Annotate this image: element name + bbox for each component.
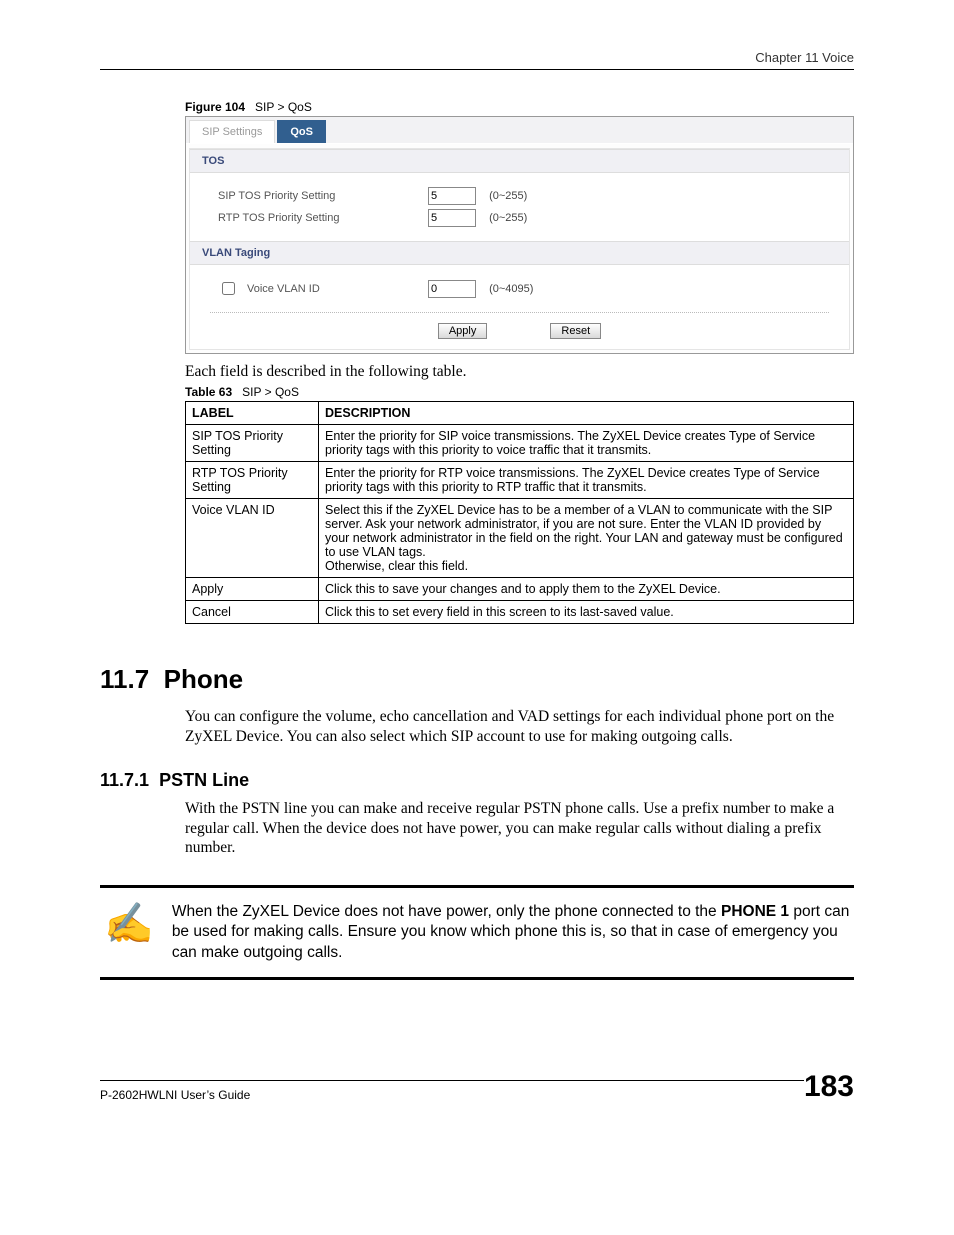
cell-desc: Click this to save your changes and to a… <box>319 578 854 601</box>
vlan-body: Voice VLAN ID (0~4095) <box>190 265 849 312</box>
after-figure-text: Each field is described in the following… <box>185 362 854 381</box>
voice-vlan-row: Voice VLAN ID (0~4095) <box>218 279 833 298</box>
th-label: LABEL <box>186 402 319 425</box>
sip-tos-range: (0~255) <box>489 190 527 202</box>
cell-desc: Enter the priority for RTP voice transmi… <box>319 462 854 499</box>
cell-label: SIP TOS Priority Setting <box>186 425 319 462</box>
table-row: SIP TOS Priority Setting Enter the prior… <box>186 425 854 462</box>
rtp-tos-label: RTP TOS Priority Setting <box>218 212 428 224</box>
note-bold: PHONE 1 <box>721 903 789 920</box>
voice-vlan-label: Voice VLAN ID <box>247 283 320 295</box>
section-pstn-body: With the PSTN line you can make and rece… <box>185 799 854 857</box>
figure-title: SIP > QoS <box>255 100 312 114</box>
sip-tos-row: SIP TOS Priority Setting (0~255) <box>218 187 833 205</box>
note-pre: When the ZyXEL Device does not have powe… <box>172 903 721 920</box>
tab-bar: SIP Settings QoS <box>186 117 853 144</box>
table-row: Voice VLAN ID Select this if the ZyXEL D… <box>186 499 854 578</box>
note-text: When the ZyXEL Device does not have powe… <box>172 902 854 962</box>
figure-caption: Figure 104 SIP > QoS <box>185 100 854 114</box>
note-block: ✍ When the ZyXEL Device does not have po… <box>100 885 854 979</box>
page-footer: P-2602HWLNI User’s Guide 183 <box>100 1070 854 1104</box>
section-phone-body: You can configure the volume, echo cance… <box>185 707 854 746</box>
footer-guide: P-2602HWLNI User’s Guide <box>100 1088 250 1102</box>
reset-button[interactable]: Reset <box>550 323 601 339</box>
section-phone-num: 11.7 <box>100 664 149 694</box>
apply-button[interactable]: Apply <box>438 323 488 339</box>
th-desc: DESCRIPTION <box>319 402 854 425</box>
cell-desc: Select this if the ZyXEL Device has to b… <box>319 499 854 578</box>
rtp-tos-range: (0~255) <box>489 212 527 224</box>
table-row: Cancel Click this to set every field in … <box>186 601 854 624</box>
note-icon: ✍ <box>100 902 154 944</box>
page-number: 183 <box>804 1070 854 1104</box>
table-title: SIP > QoS <box>242 385 299 399</box>
table-row: RTP TOS Priority Setting Enter the prior… <box>186 462 854 499</box>
section-pstn-num: 11.7.1 <box>100 770 149 790</box>
qos-panel: SIP Settings QoS TOS SIP TOS Priority Se… <box>185 116 854 354</box>
section-phone-heading: 11.7 Phone <box>100 664 854 695</box>
table-row: Apply Click this to save your changes an… <box>186 578 854 601</box>
chapter-header: Chapter 11 Voice <box>100 50 854 65</box>
voice-vlan-range: (0~4095) <box>489 283 533 295</box>
cell-label: Apply <box>186 578 319 601</box>
cell-desc: Click this to set every field in this sc… <box>319 601 854 624</box>
section-pstn-heading: 11.7.1 PSTN Line <box>100 770 854 791</box>
tab-qos[interactable]: QoS <box>277 120 326 143</box>
cell-label: Voice VLAN ID <box>186 499 319 578</box>
panel-inner: TOS SIP TOS Priority Setting (0~255) RTP… <box>189 148 850 350</box>
button-row: Apply Reset <box>210 312 829 349</box>
voice-vlan-input[interactable] <box>428 280 476 298</box>
cell-label: RTP TOS Priority Setting <box>186 462 319 499</box>
figure-label: Figure 104 <box>185 100 245 114</box>
voice-vlan-checkbox[interactable] <box>222 282 235 295</box>
cell-desc: Enter the priority for SIP voice transmi… <box>319 425 854 462</box>
table-caption: Table 63 SIP > QoS <box>185 385 854 399</box>
footer-rule <box>100 1080 804 1081</box>
cell-label: Cancel <box>186 601 319 624</box>
rtp-tos-row: RTP TOS Priority Setting (0~255) <box>218 209 833 227</box>
section-pstn-title: PSTN Line <box>159 770 249 790</box>
tos-header: TOS <box>190 149 849 173</box>
tos-body: SIP TOS Priority Setting (0~255) RTP TOS… <box>190 173 849 241</box>
rtp-tos-input[interactable] <box>428 209 476 227</box>
tab-sip-settings[interactable]: SIP Settings <box>189 120 275 143</box>
vlan-header: VLAN Taging <box>190 241 849 265</box>
sip-tos-input[interactable] <box>428 187 476 205</box>
header-rule <box>100 69 854 70</box>
section-phone-title: Phone <box>164 664 243 694</box>
field-table: LABEL DESCRIPTION SIP TOS Priority Setti… <box>185 401 854 624</box>
sip-tos-label: SIP TOS Priority Setting <box>218 190 428 202</box>
table-label: Table 63 <box>185 385 232 399</box>
